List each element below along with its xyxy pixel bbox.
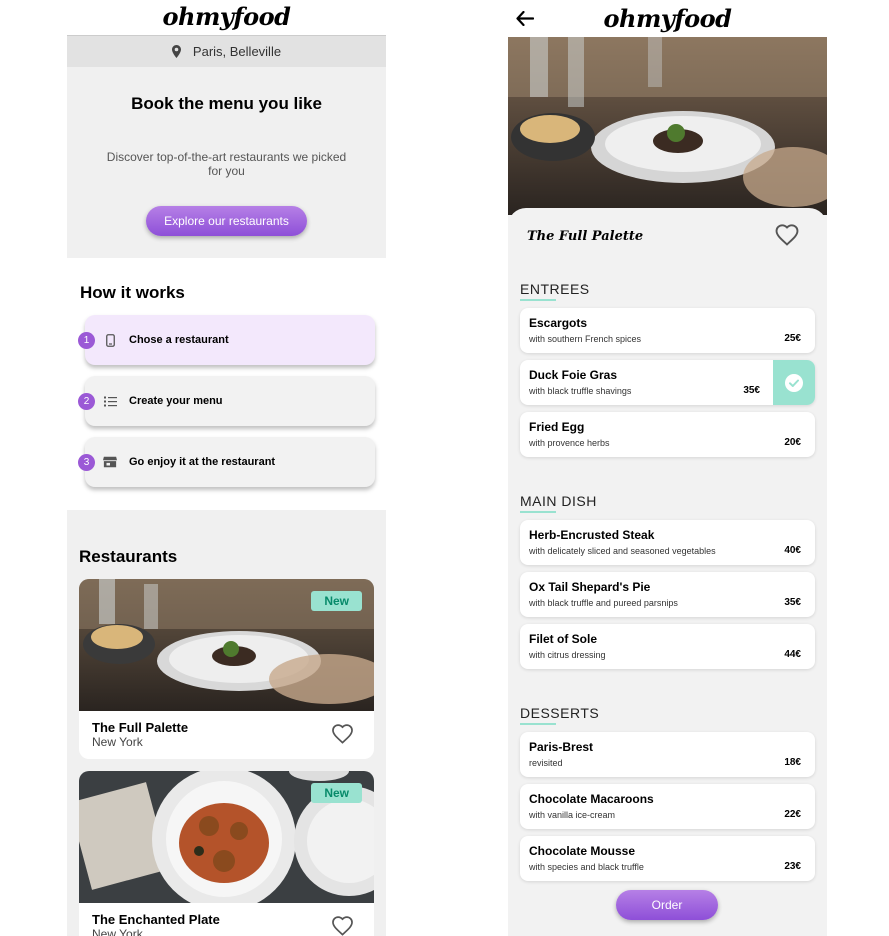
order-button[interactable]: Order: [616, 890, 718, 920]
restaurant-info: The Enchanted Plate New York: [79, 903, 374, 936]
restaurant-title: The Full Palette: [527, 229, 644, 244]
dish-description: with species and black truffle: [529, 862, 644, 872]
location-pin-icon: [171, 45, 181, 58]
heart-icon[interactable]: [774, 224, 800, 251]
dish-item[interactable]: Escargots with southern French spices 25…: [520, 308, 815, 353]
dish-item[interactable]: Filet of Sole with citrus dressing 44€: [520, 624, 815, 669]
check-circle-icon: [773, 360, 815, 405]
dish-item[interactable]: Chocolate Mousse with species and black …: [520, 836, 815, 881]
menu-header: ohmyfood: [508, 0, 827, 37]
dish-price: 22€: [784, 809, 801, 820]
heart-icon[interactable]: [331, 916, 354, 936]
step-enjoy-restaurant[interactable]: 3 Go enjoy it at the restaurant: [78, 437, 375, 487]
dish-description: with provence herbs: [529, 438, 610, 448]
restaurant-card[interactable]: New The Full Palette New York: [79, 579, 374, 759]
dish-description: revisited: [529, 758, 563, 768]
phone-icon: [103, 333, 117, 347]
app-logo[interactable]: ohmyfood: [508, 0, 827, 37]
dish-description: with citrus dressing: [529, 650, 606, 660]
heart-icon[interactable]: [331, 724, 354, 749]
dish-price: 23€: [784, 861, 801, 872]
dish-price: 35€: [784, 597, 801, 608]
section-title: DESSERTS: [520, 705, 600, 725]
dish-name: Herb-Encrusted Steak: [529, 528, 655, 542]
step-label: Create your menu: [129, 395, 223, 407]
dish-name: Escargots: [529, 316, 588, 330]
restaurant-city: New York: [92, 735, 143, 749]
explore-restaurants-button[interactable]: Explore our restaurants: [146, 206, 307, 236]
dish-price: 35€: [743, 385, 760, 396]
step-number: 2: [78, 393, 95, 410]
dish-name: Filet of Sole: [529, 632, 598, 646]
dish-item[interactable]: Fried Egg with provence herbs 20€: [520, 412, 815, 457]
dish-price: 40€: [784, 545, 801, 556]
restaurant-hero-photo: [508, 37, 827, 215]
app-logo[interactable]: ohmyfood: [67, 0, 386, 35]
dish-description: with southern French spices: [529, 334, 642, 344]
step-label: Go enjoy it at the restaurant: [129, 456, 276, 468]
how-it-works-title: How it works: [80, 283, 185, 302]
hero-title: Book the menu you like: [131, 94, 322, 113]
dish-price: 18€: [784, 757, 801, 768]
dish-price: 25€: [784, 333, 801, 344]
dish-description: with vanilla ice-cream: [529, 810, 616, 820]
restaurant-name: The Full Palette: [92, 720, 189, 735]
list-icon: [103, 396, 117, 407]
dish-price: 20€: [784, 437, 801, 448]
restaurants-title: Restaurants: [79, 547, 178, 566]
dish-name: Ox Tail Shepard's Pie: [529, 580, 651, 594]
menu-sheet: The Full Palette ENTREES Escargots with …: [508, 208, 827, 936]
step-label: Chose a restaurant: [129, 334, 229, 346]
restaurant-name: The Enchanted Plate: [92, 912, 220, 927]
dish-description: with black truffle and pureed parsnips: [529, 598, 678, 608]
dish-item[interactable]: Chocolate Macaroons with vanilla ice-cre…: [520, 784, 815, 829]
restaurant-photo: New: [79, 771, 374, 903]
menu-screen: ohmyfood The Full Palette ENTREES Escarg…: [508, 0, 827, 936]
restaurants-section: Restaurants New The Full Palette New Yor…: [67, 510, 386, 936]
step-create-menu[interactable]: 2 Create your menu: [78, 376, 375, 426]
home-screen: ohmyfood Paris, Belleville Book the menu…: [67, 0, 386, 936]
restaurant-photo: New: [79, 579, 374, 711]
step-choose-restaurant[interactable]: 1 Chose a restaurant: [78, 315, 375, 365]
dish-description: with black truffle shavings: [529, 386, 632, 396]
hero-section: Book the menu you like Discover top-of-t…: [67, 67, 386, 258]
dish-name: Fried Egg: [529, 420, 585, 434]
dish-name: Chocolate Mousse: [529, 844, 636, 858]
new-badge: New: [311, 783, 362, 803]
restaurant-city: New York: [92, 927, 143, 936]
dish-name: Duck Foie Gras: [529, 368, 618, 382]
new-badge: New: [311, 591, 362, 611]
back-arrow-icon[interactable]: [516, 10, 535, 31]
section-title: MAIN DISH: [520, 493, 597, 513]
step-number: 3: [78, 454, 95, 471]
restaurant-card[interactable]: New The Enchanted Plate New York: [79, 771, 374, 936]
dish-item[interactable]: Ox Tail Shepard's Pie with black truffle…: [520, 572, 815, 617]
dish-item-selected[interactable]: Duck Foie Gras with black truffle shavin…: [520, 360, 815, 405]
dish-price: 44€: [784, 649, 801, 660]
store-icon: [103, 456, 117, 468]
location-label: Paris, Belleville: [192, 44, 282, 59]
how-it-works-section: How it works 1 Chose a restaurant 2 Crea…: [67, 258, 386, 510]
section-title: ENTREES: [520, 281, 590, 301]
hero-subtitle: Discover top-of-the-art restaurants we p…: [106, 150, 347, 178]
dish-name: Paris-Brest: [529, 740, 594, 754]
restaurant-info: The Full Palette New York: [79, 711, 374, 759]
dish-description: with delicately sliced and seasoned vege…: [529, 546, 716, 556]
step-number: 1: [78, 332, 95, 349]
dish-item[interactable]: Herb-Encrusted Steak with delicately sli…: [520, 520, 815, 565]
location-bar[interactable]: Paris, Belleville: [67, 35, 386, 67]
dish-item[interactable]: Paris-Brest revisited 18€: [520, 732, 815, 777]
dish-name: Chocolate Macaroons: [529, 792, 654, 806]
